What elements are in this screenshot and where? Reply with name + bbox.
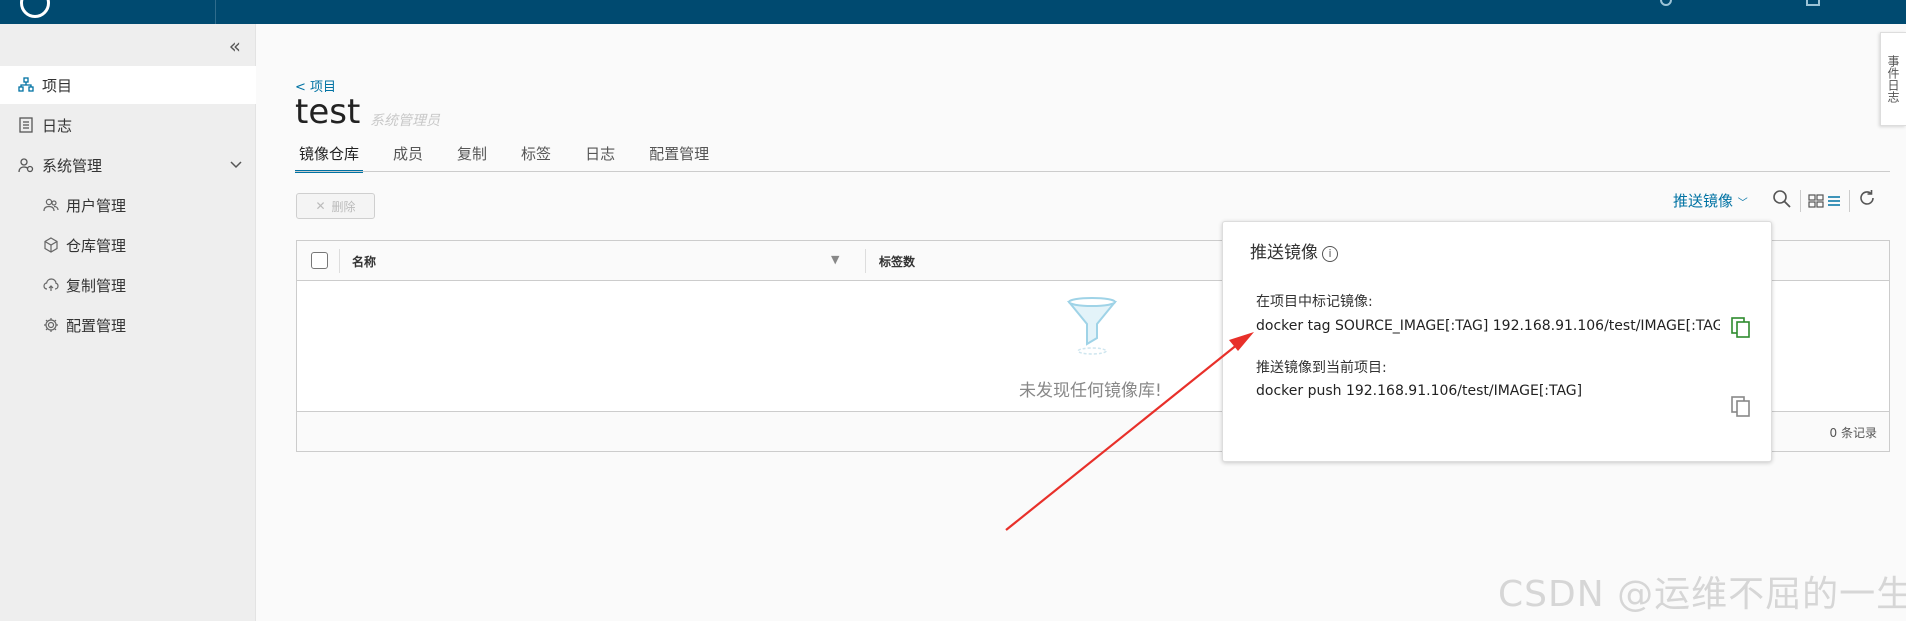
project-icon bbox=[18, 77, 34, 93]
tabs-divider bbox=[295, 171, 1890, 172]
top-header-bar bbox=[0, 0, 1906, 24]
sidebar-item-label: 复制管理 bbox=[66, 276, 127, 295]
watermark: CSDN @运维不屈的一生 bbox=[1498, 574, 1906, 615]
log-icon bbox=[18, 117, 34, 133]
record-count: 0 条记录 bbox=[1829, 426, 1877, 440]
project-tabs: 镜像仓库 成员 复制 标签 日志 配置管理 bbox=[295, 140, 743, 173]
gear-icon bbox=[43, 317, 59, 333]
sidebar-item-configuration[interactable]: 配置管理 bbox=[0, 306, 256, 344]
harbor-logo[interactable] bbox=[20, 0, 50, 18]
sidebar-item-projects[interactable]: 项目 bbox=[0, 66, 256, 104]
column-header-name[interactable]: 名称 bbox=[352, 253, 376, 270]
refresh-icon[interactable] bbox=[1858, 189, 1876, 212]
registry-icon bbox=[43, 237, 59, 253]
tab-members[interactable]: 成员 bbox=[393, 140, 423, 173]
users-icon bbox=[43, 197, 59, 213]
push-image-label: 推送镜像 bbox=[1673, 192, 1734, 210]
empty-state-message: 未发现任何镜像库! bbox=[1019, 381, 1162, 401]
double-chevron-left-icon[interactable]: « bbox=[229, 34, 241, 58]
sidebar-item-logs[interactable]: 日志 bbox=[0, 106, 256, 144]
popover-title-text: 推送镜像 bbox=[1250, 243, 1318, 263]
push-image-popover: 推送镜像 i 在项目中标记镜像: docker tag SOURCE_IMAGE[… bbox=[1222, 221, 1772, 462]
list-view-icon[interactable] bbox=[1827, 192, 1841, 213]
sidebar-item-label: 配置管理 bbox=[66, 316, 127, 335]
delete-button[interactable]: ✕ 删除 bbox=[296, 193, 375, 219]
admin-icon bbox=[18, 157, 34, 173]
push-command-text[interactable]: docker push 192.168.91.106/test/IMAGE[:T… bbox=[1256, 383, 1582, 399]
column-divider bbox=[339, 249, 340, 273]
user-menu-icon[interactable] bbox=[1806, 0, 1820, 6]
push-command-label: 推送镜像到当前项目: bbox=[1256, 360, 1387, 376]
help-icon[interactable] bbox=[1660, 0, 1672, 6]
sidebar-item-label: 仓库管理 bbox=[66, 236, 127, 255]
event-log-tab[interactable]: 事件日志 bbox=[1880, 32, 1906, 126]
tag-command-label: 在项目中标记镜像: bbox=[1256, 294, 1373, 310]
tab-logs[interactable]: 日志 bbox=[585, 140, 615, 173]
replication-icon bbox=[43, 277, 59, 293]
delete-button-label: 删除 bbox=[331, 199, 356, 214]
project-role-label: 系统管理员 bbox=[370, 113, 440, 129]
sidebar-item-replication[interactable]: 复制管理 bbox=[0, 266, 256, 304]
sidebar-item-label: 系统管理 bbox=[42, 156, 103, 175]
select-all-checkbox[interactable] bbox=[311, 252, 328, 269]
header-divider bbox=[215, 0, 216, 24]
sidebar-item-users[interactable]: 用户管理 bbox=[0, 186, 256, 224]
chevron-down-icon bbox=[230, 158, 242, 172]
sidebar: « 项目 日志 系统管理 用户管理 仓库管理 复制管理 配置管理 bbox=[0, 24, 256, 621]
tag-command-text[interactable]: docker tag SOURCE_IMAGE[:TAG] 192.168.91… bbox=[1256, 318, 1720, 334]
push-image-dropdown[interactable]: 推送镜像 ﹀ bbox=[1673, 190, 1748, 211]
column-divider bbox=[865, 249, 866, 273]
info-icon[interactable]: i bbox=[1322, 246, 1338, 262]
close-icon: ✕ bbox=[315, 199, 326, 213]
popover-title: 推送镜像 i bbox=[1250, 238, 1338, 263]
tab-configuration[interactable]: 配置管理 bbox=[649, 140, 709, 173]
page-title: test bbox=[295, 92, 361, 132]
sidebar-item-registries[interactable]: 仓库管理 bbox=[0, 226, 256, 264]
copy-icon[interactable] bbox=[1731, 396, 1750, 417]
toolbar-divider bbox=[1800, 190, 1801, 212]
sidebar-item-admin[interactable]: 系统管理 bbox=[0, 146, 256, 184]
tab-repositories[interactable]: 镜像仓库 bbox=[295, 140, 364, 173]
card-view-icon[interactable] bbox=[1808, 192, 1824, 213]
sidebar-item-label: 项目 bbox=[42, 76, 73, 95]
tab-labels[interactable]: 标签 bbox=[521, 140, 551, 173]
search-icon[interactable] bbox=[1772, 189, 1792, 214]
toolbar-divider bbox=[1849, 190, 1850, 212]
copy-icon[interactable] bbox=[1731, 317, 1750, 338]
sidebar-item-label: 用户管理 bbox=[66, 196, 127, 215]
column-header-tags[interactable]: 标签数 bbox=[879, 253, 915, 270]
tab-replication[interactable]: 复制 bbox=[457, 140, 487, 173]
sidebar-item-label: 日志 bbox=[42, 116, 73, 135]
funnel-icon bbox=[1066, 296, 1118, 362]
filter-icon[interactable]: ▼ bbox=[831, 253, 839, 266]
chevron-down-icon: ﹀ bbox=[1737, 198, 1748, 209]
